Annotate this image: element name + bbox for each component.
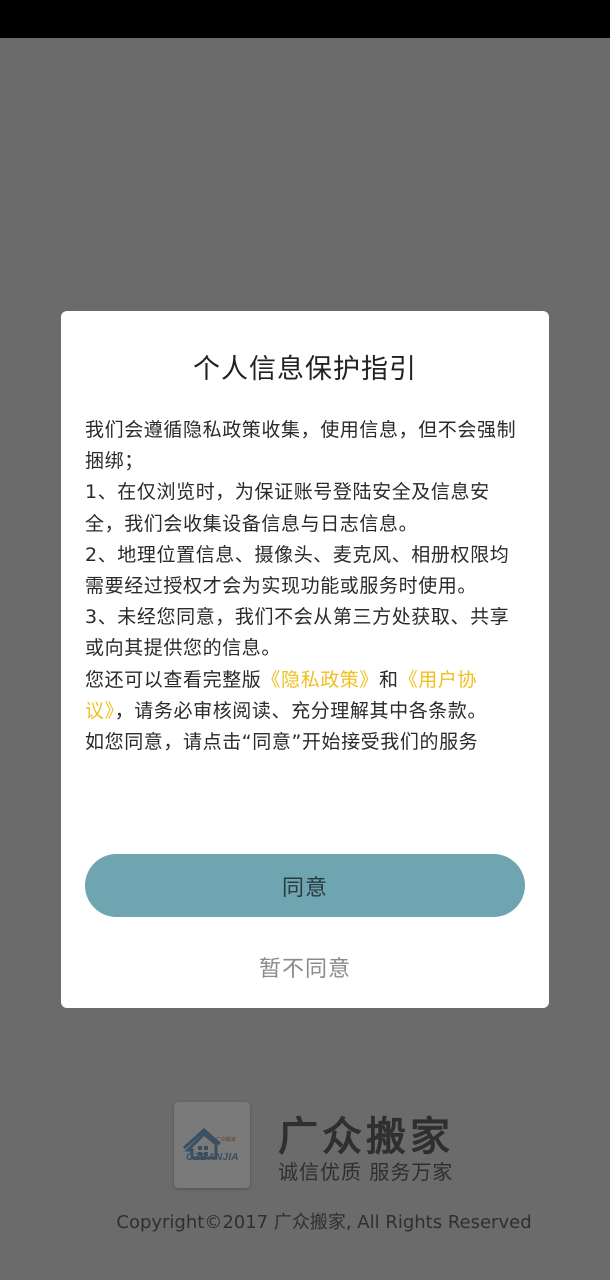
privacy-paragraph-1: 我们会遵循隐私政策收集，使用信息，但不会强制捆绑； [85, 419, 517, 473]
privacy-paragraph-2: 1、在仅浏览时，为保证账号登陆安全及信息安全，我们会收集设备信息与日志信息。 [85, 481, 490, 535]
disagree-button[interactable]: 暂不同意 [85, 947, 525, 987]
dialog-title: 个人信息保护指引 [193, 354, 417, 385]
privacy-dialog: 个人信息保护指引 我们会遵循隐私政策收集，使用信息，但不会强制捆绑； 1、在仅浏… [61, 311, 549, 1008]
privacy-paragraph-3: 2、地理位置信息、摄像头、麦克风、相册权限均需要经过授权才会为实现功能或服务时使… [85, 543, 510, 598]
brand-slogan: 诚信优质 服务万家 [278, 1160, 454, 1184]
logo-mini-text: 广众搬家 [216, 1137, 237, 1143]
privacy-paragraph-5: 您还可以查看完整版《隐私政策》和《用户协议》，请务必审核阅读、充分理解其中各条款… [85, 665, 525, 727]
status-bar [0, 0, 610, 38]
copyright-text: Copyright©2017 广众搬家, All Rights Reserved [116, 1212, 532, 1233]
privacy-paragraph-4: 3、未经您同意，我们不会从第三方处获取、共享或向其提供您的信息。 [85, 606, 510, 660]
paragraph-5-suffix: ，请务必审核阅读、充分理解其中各条款。 [114, 699, 488, 722]
privacy-policy-link[interactable]: 《隐私政策》 [261, 669, 379, 691]
privacy-paragraph-6: 如您同意，请点击“同意”开始接受我们的服务 [85, 731, 479, 754]
paragraph-5-prefix: 您还可以查看完整版 [85, 668, 262, 691]
dialog-body: 我们会遵循隐私政策收集，使用信息，但不会强制捆绑； 1、在仅浏览时，为保证账号登… [85, 415, 525, 758]
app-logo: 广众搬家 GZBANJIA [174, 1102, 250, 1188]
paragraph-5-and: 和 [379, 668, 399, 691]
agree-button[interactable]: 同意 [85, 854, 525, 917]
logo-text: GZBANJIA [186, 1152, 239, 1163]
brand-name: 广众搬家 [278, 1114, 454, 1160]
brand-block: 广众搬家 GZBANJIA 广众搬家 诚信优质 服务万家 [174, 1102, 474, 1192]
